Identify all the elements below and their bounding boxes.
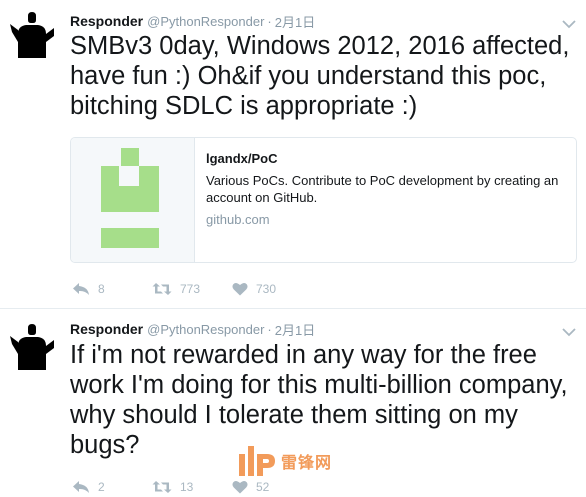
retweet-icon bbox=[152, 481, 172, 493]
avatar[interactable] bbox=[8, 10, 56, 58]
reply-count: 2 bbox=[98, 480, 105, 494]
reply-count: 8 bbox=[98, 282, 105, 296]
user-silhouette-icon bbox=[8, 10, 56, 58]
chevron-down-icon[interactable] bbox=[562, 324, 576, 337]
timestamp[interactable]: 2月1日 bbox=[275, 12, 315, 31]
card-body: lgandx/PoC Various PoCs. Contribute to P… bbox=[206, 151, 566, 227]
like-button[interactable]: 52 bbox=[232, 480, 312, 494]
reply-button[interactable]: 2 bbox=[72, 480, 152, 494]
tweet-actions: 8 773 730 bbox=[72, 281, 312, 297]
watermark-text: 雷锋网 bbox=[281, 453, 333, 472]
retweet-button[interactable]: 773 bbox=[152, 282, 232, 296]
author-handle[interactable]: @PythonResponder bbox=[147, 322, 264, 337]
watermark: 雷锋网 bbox=[237, 443, 332, 479]
tweet-actions: 2 13 52 bbox=[72, 479, 312, 495]
author-handle[interactable]: @PythonResponder bbox=[147, 14, 264, 29]
chevron-down-icon[interactable] bbox=[562, 16, 576, 29]
tweet-header: Responder @PythonResponder · 2月1日 bbox=[70, 12, 315, 30]
like-count: 52 bbox=[256, 480, 270, 494]
heart-icon bbox=[232, 481, 248, 494]
reply-icon bbox=[73, 283, 89, 295]
tweet-text: If i'm not rewarded in any way for the f… bbox=[70, 341, 568, 459]
like-button[interactable]: 730 bbox=[232, 282, 312, 296]
author-name[interactable]: Responder bbox=[70, 13, 143, 29]
leiphone-logo-icon bbox=[239, 446, 275, 476]
like-count: 730 bbox=[256, 282, 277, 296]
retweet-count: 13 bbox=[180, 480, 194, 494]
reply-button[interactable]: 8 bbox=[72, 282, 152, 296]
retweet-icon bbox=[152, 283, 172, 295]
heart-icon bbox=[232, 283, 248, 296]
user-silhouette-icon bbox=[8, 322, 56, 370]
separator: · bbox=[267, 13, 272, 29]
card-domain: github.com bbox=[206, 212, 270, 227]
card-title[interactable]: lgandx/PoC bbox=[206, 151, 566, 166]
card-image bbox=[71, 138, 195, 262]
card-description: Various PoCs. Contribute to PoC developm… bbox=[206, 173, 559, 205]
separator: · bbox=[267, 321, 272, 337]
tweet-header: Responder @PythonResponder · 2月1日 bbox=[70, 320, 315, 338]
timestamp[interactable]: 2月1日 bbox=[275, 320, 315, 339]
link-card[interactable]: lgandx/PoC Various PoCs. Contribute to P… bbox=[70, 137, 577, 263]
tweet[interactable]: Responder @PythonResponder · 2月1日 SMBv3 … bbox=[0, 0, 586, 309]
tweet-text: SMBv3 0day, Windows 2012, 2016 affected,… bbox=[70, 32, 570, 120]
retweet-button[interactable]: 13 bbox=[152, 480, 232, 494]
reply-icon bbox=[73, 481, 89, 493]
avatar[interactable] bbox=[8, 322, 56, 370]
author-name[interactable]: Responder bbox=[70, 321, 143, 337]
retweet-count: 773 bbox=[180, 282, 201, 296]
github-repo-identicon-icon bbox=[101, 148, 159, 248]
